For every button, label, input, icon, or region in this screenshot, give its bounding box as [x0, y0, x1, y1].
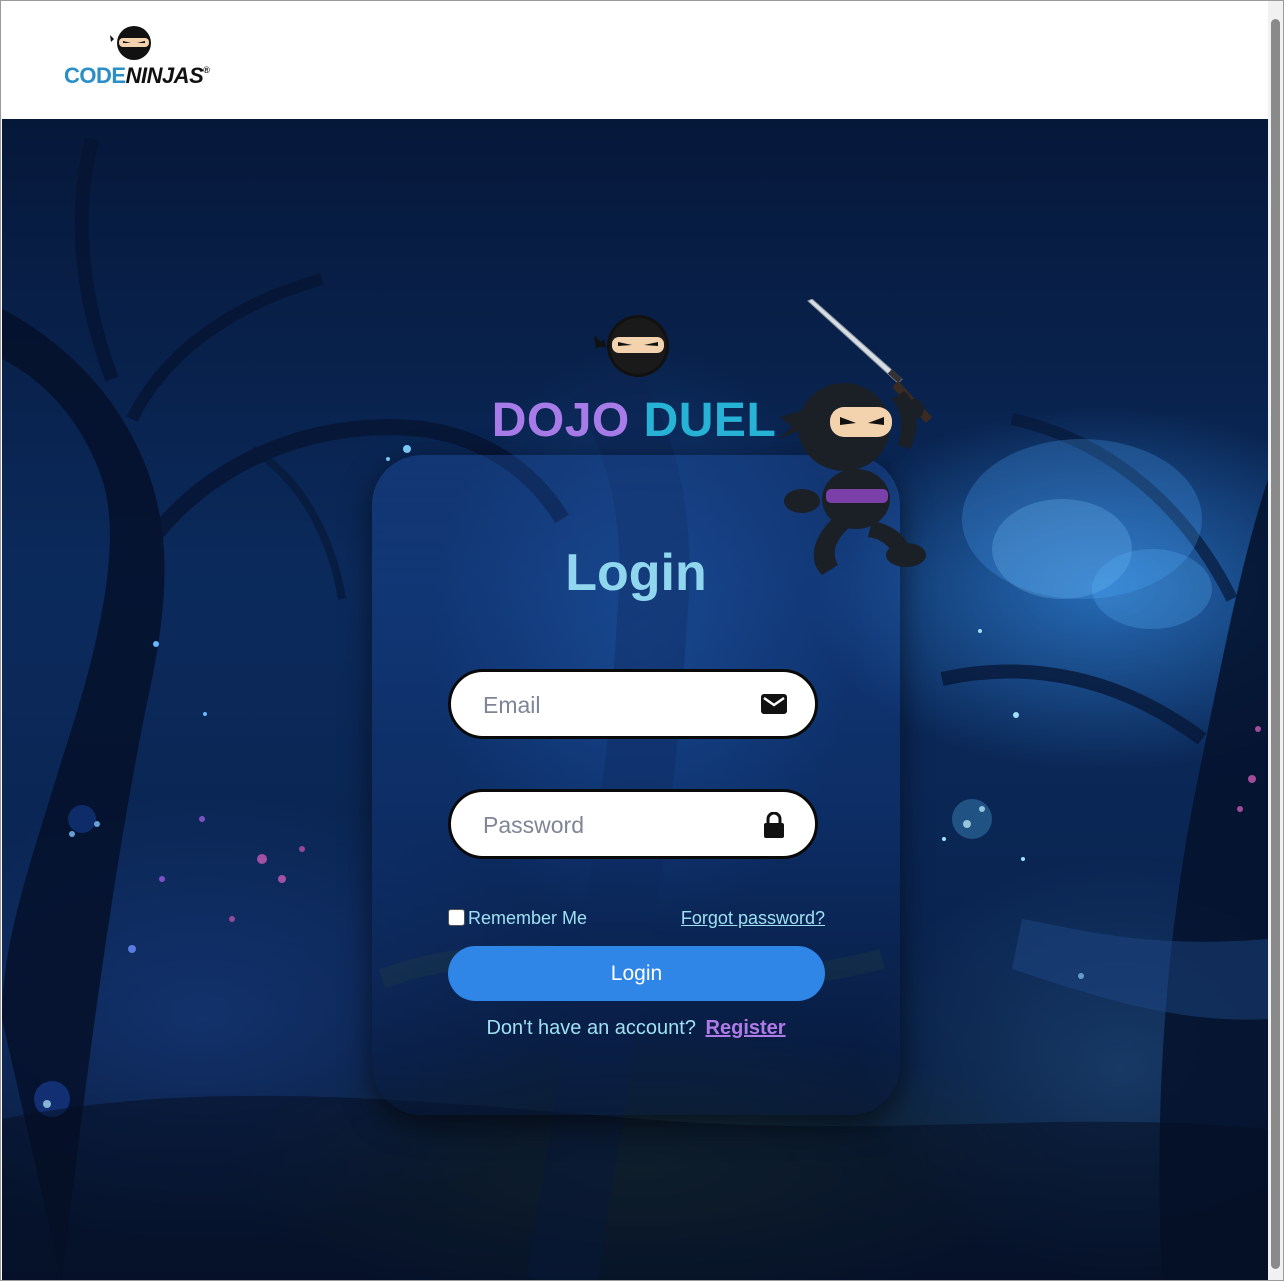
ninja-head-icon	[110, 26, 151, 60]
envelope-icon	[761, 694, 787, 714]
remember-me-label[interactable]: Remember Me	[468, 908, 587, 929]
brand-ninjas-text: NINJAS	[125, 63, 204, 88]
signup-prompt: Don't have an account? Register	[372, 1017, 900, 1040]
dojo-duel-title: DOJO DUEL	[2, 393, 1267, 448]
email-input[interactable]	[481, 686, 755, 724]
brand-code-text: CODE	[64, 63, 126, 88]
remember-me-checkbox[interactable]	[448, 909, 465, 926]
login-button[interactable]: Login	[448, 946, 825, 1001]
password-field[interactable]	[448, 789, 818, 859]
register-link[interactable]: Register	[706, 1017, 786, 1039]
password-input[interactable]	[481, 806, 755, 844]
signup-prompt-text: Don't have an account?	[486, 1017, 696, 1039]
registered-mark: ®	[203, 65, 210, 75]
scrollbar-thumb[interactable]	[1271, 19, 1280, 1269]
brand-wordmark: CODENINJAS®	[64, 63, 210, 89]
login-options: Remember Me Forgot password?	[448, 907, 825, 931]
vertical-scrollbar[interactable]	[1268, 1, 1283, 1280]
title-word-dojo: DOJO	[491, 394, 630, 447]
ninja-mascot-illustration	[778, 299, 932, 575]
code-ninjas-logo[interactable]: CODENINJAS®	[64, 25, 214, 91]
lock-icon	[764, 812, 784, 838]
browser-viewport: CODENINJAS® DOJO DUEL Login Email Rememb…	[0, 0, 1284, 1281]
site-header: CODENINJAS®	[2, 1, 1268, 119]
email-field[interactable]	[448, 669, 818, 739]
ninja-head-icon	[594, 315, 669, 377]
forgot-password-link[interactable]: Forgot password?	[681, 908, 825, 929]
forest-background: DOJO DUEL Login Rem	[2, 119, 1268, 1280]
title-word-duel: DUEL	[643, 394, 777, 447]
